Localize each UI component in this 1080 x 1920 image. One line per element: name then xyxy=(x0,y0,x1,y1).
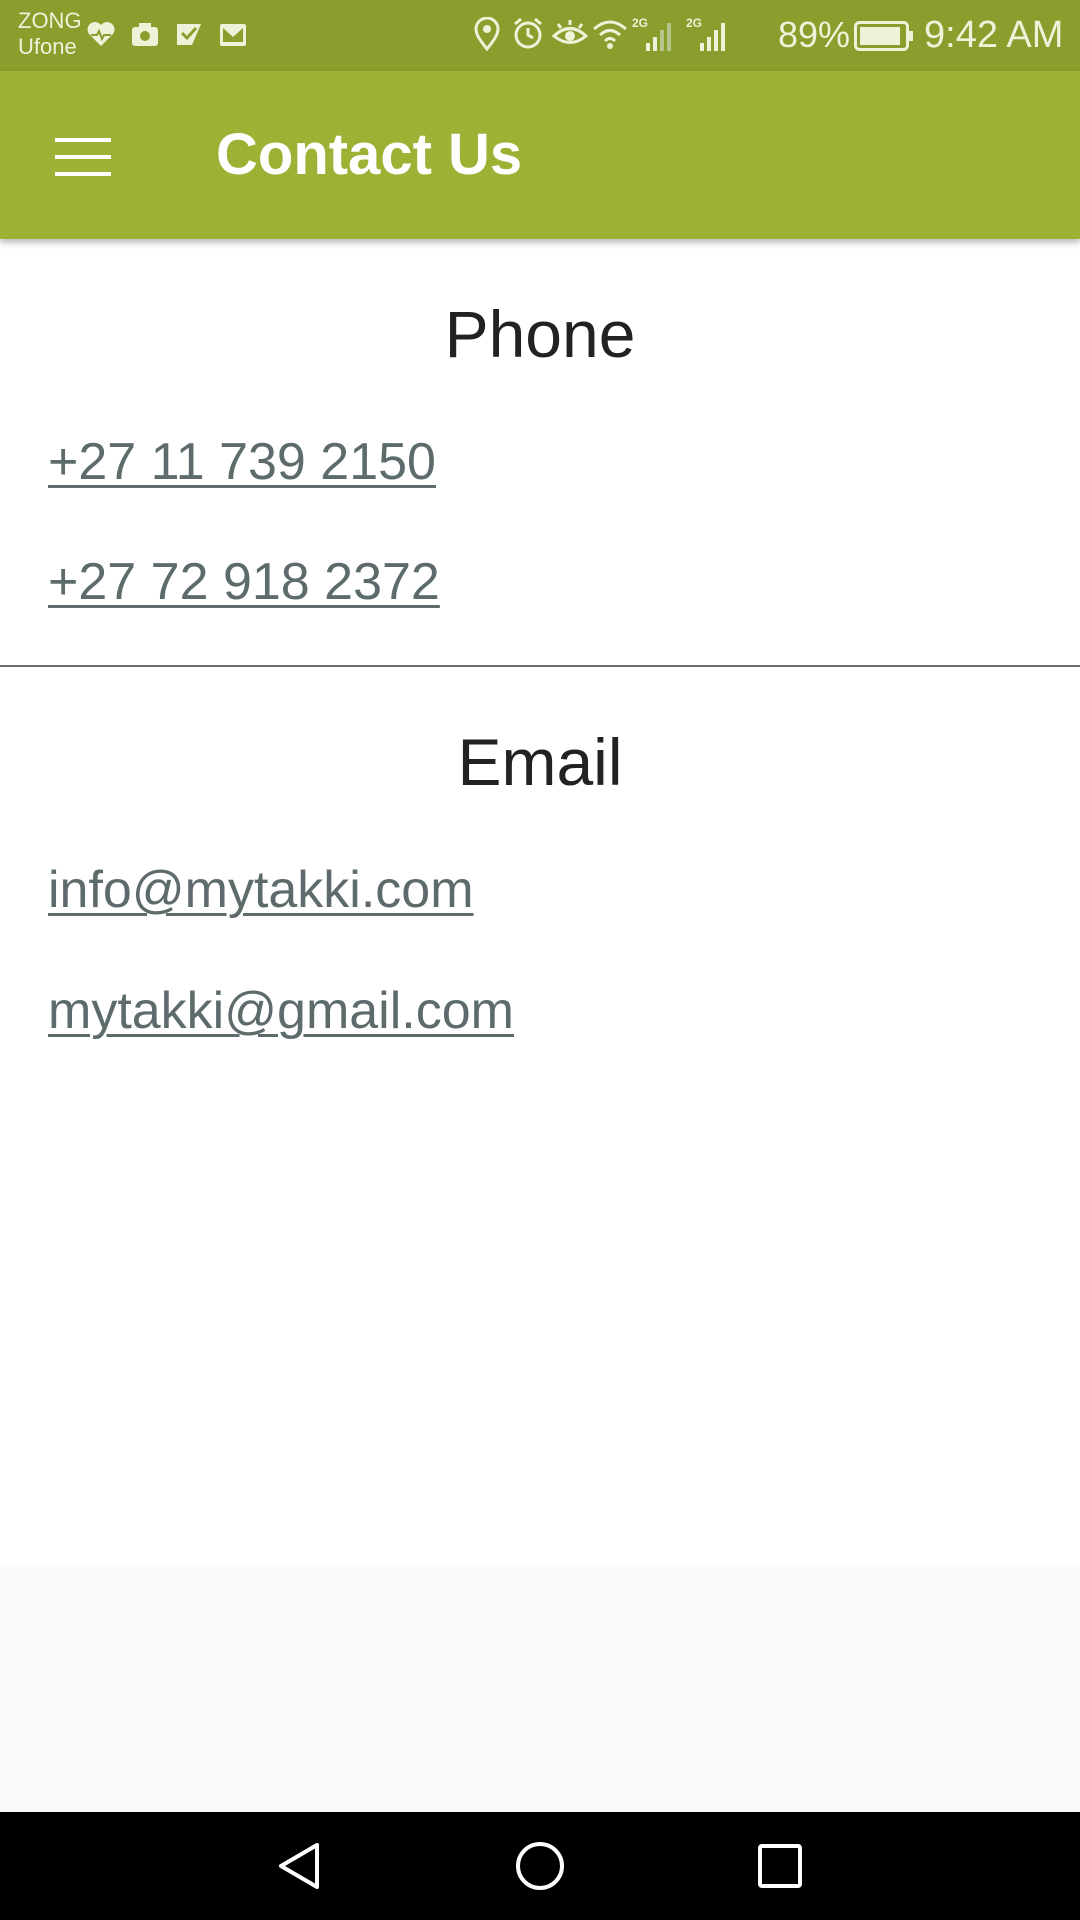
back-button[interactable] xyxy=(255,1826,345,1906)
notification-icons xyxy=(86,18,248,50)
signal-icon-2: 2G xyxy=(686,16,730,51)
back-icon xyxy=(279,1843,319,1889)
location-icon xyxy=(472,16,502,52)
navigation-bar xyxy=(0,1812,1080,1920)
clock: 9:42 AM xyxy=(924,14,1064,56)
eye-comfort-icon xyxy=(551,17,589,49)
wifi-icon xyxy=(592,17,627,49)
page-title: Contact Us xyxy=(216,122,523,187)
home-icon xyxy=(516,1842,564,1890)
mail-icon xyxy=(218,18,248,50)
health-icon xyxy=(86,18,116,50)
menu-button[interactable] xyxy=(40,115,130,195)
recents-button[interactable] xyxy=(735,1826,825,1906)
signal-icon-1: 2G xyxy=(632,16,676,51)
phone-section-title: Phone xyxy=(444,297,636,371)
network-type-2: 2G xyxy=(686,17,702,30)
email-link-2[interactable]: mytakki@gmail.com xyxy=(48,980,514,1042)
network-type-1: 2G xyxy=(632,17,648,30)
battery-percent: 89% xyxy=(778,14,851,55)
alarm-icon xyxy=(512,17,542,49)
section-divider xyxy=(0,665,1080,667)
home-button[interactable] xyxy=(495,1826,585,1906)
battery-icon xyxy=(854,21,914,51)
phone-link-1[interactable]: +27 11 739 2150 xyxy=(48,431,436,493)
email-section-title: Email xyxy=(457,725,623,799)
email-link-1[interactable]: info@mytakki.com xyxy=(48,859,474,921)
phone-link-2[interactable]: +27 72 918 2372 xyxy=(48,551,440,613)
bottom-area xyxy=(0,1565,1080,1812)
status-bar: ZONG Ufone 2G 2G 89% 9:42 AM xyxy=(0,0,1080,71)
app-bar: Contact Us xyxy=(0,71,1080,239)
camera-icon xyxy=(130,18,160,50)
carrier-labels: ZONG Ufone xyxy=(18,8,82,60)
carrier-2: Ufone xyxy=(18,34,77,59)
recents-icon xyxy=(758,1844,802,1888)
hamburger-menu-icon xyxy=(55,138,111,176)
checkmark-icon xyxy=(174,18,204,50)
carrier-1: ZONG xyxy=(18,8,82,33)
system-icons: 2G 2G xyxy=(472,16,730,52)
